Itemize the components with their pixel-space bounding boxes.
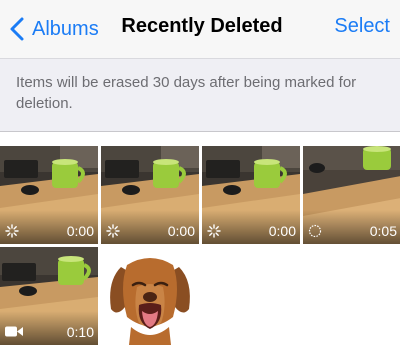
video-duration: 0:10 [66,324,94,340]
video-thumbnail[interactable]: 0:10 [0,247,98,345]
loading-spinner-icon [5,224,19,238]
video-duration: 0:00 [66,223,94,239]
video-duration: 0:05 [369,223,397,239]
video-camera-icon [5,326,23,337]
progress-ring-icon [308,224,322,238]
photo-thumbnail[interactable] [101,247,199,345]
select-button[interactable]: Select [334,15,390,38]
navigation-bar: Albums Recently Deleted Select [0,0,400,58]
deletion-info-text: Items will be erased 30 days after being… [16,74,357,112]
deletion-info-banner: Items will be erased 30 days after being… [0,58,400,132]
video-thumbnail[interactable]: 0:00 [101,146,199,244]
video-thumbnail[interactable]: 0:05 [303,146,400,244]
loading-spinner-icon [207,224,221,238]
loading-spinner-icon [106,224,120,238]
puppy-photo-image [101,247,199,345]
video-duration: 0:00 [268,223,296,239]
video-thumbnail[interactable]: 0:00 [0,146,98,244]
video-duration: 0:00 [167,223,195,239]
video-thumbnail[interactable]: 0:00 [202,146,300,244]
